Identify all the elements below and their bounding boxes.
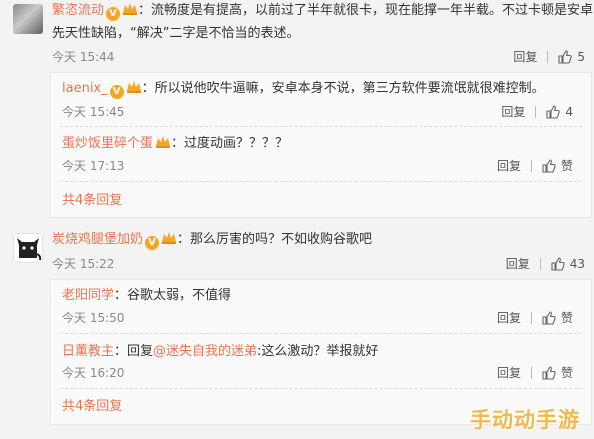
member-crown-icon: [126, 81, 141, 93]
username-link[interactable]: 繁恣流动: [52, 3, 104, 18]
reply-text: ：谷歌太弱，不值得: [114, 288, 232, 303]
mention-link[interactable]: @迷失自我的迷弟: [153, 344, 257, 359]
like-button[interactable]: 赞: [542, 310, 573, 326]
reply-actions: 回复 赞: [497, 365, 573, 381]
timestamp: 今天 15:45: [62, 105, 125, 119]
verified-badge-icon: V: [109, 85, 124, 99]
reply-text: ：过度动画？？？？: [171, 136, 289, 151]
timestamp: 今天 15:22: [52, 257, 115, 271]
reply-actions: 回复 4: [501, 104, 573, 120]
reply-button[interactable]: 回复: [506, 256, 530, 272]
comment-actions: 回复 5: [513, 49, 585, 65]
reply-text: :这么激动？举报就好: [257, 344, 379, 359]
like-count: 43: [569, 257, 585, 271]
reply-button[interactable]: 回复: [497, 158, 521, 174]
thumbs-up-icon: [558, 50, 573, 64]
site-watermark: 手动动手游: [470, 408, 580, 432]
username-link[interactable]: laenix_: [62, 81, 108, 96]
username-link[interactable]: 日薰教主: [62, 344, 114, 359]
reply-button[interactable]: 回复: [497, 365, 521, 381]
username-link[interactable]: 蛋炒饭里碎个蛋: [62, 136, 153, 151]
like-count: 4: [565, 105, 573, 119]
thumbs-up-icon: [546, 105, 561, 119]
like-button[interactable]: 赞: [542, 365, 573, 381]
divider: [539, 258, 541, 270]
thumbs-up-icon: [551, 257, 565, 271]
comment-actions: 回复 43: [506, 256, 585, 272]
more-replies-link[interactable]: 共4条回复: [62, 398, 122, 416]
reply-divider: [60, 126, 582, 127]
comment-text: ：流畅度是有提高，以前过了半年就很卡，现在能撑一年半载。不过卡顿是安卓的: [138, 3, 594, 18]
divider: [535, 106, 537, 118]
reply-prefix: ：回复: [114, 344, 154, 359]
like-label: 赞: [560, 311, 573, 325]
like-button[interactable]: 4: [546, 104, 573, 120]
verified-badge-icon: V: [106, 7, 121, 21]
reply-text: ：所以说他吹牛逼嘛，安卓本身不说，第三方软件要流氓就很难控制。: [141, 81, 545, 96]
comment-text-continued: 先天性缺陷，“解决”二字是不恰当的表述。: [52, 26, 300, 41]
more-replies-link[interactable]: 共4条回复: [62, 192, 122, 210]
thumbs-up-icon: [542, 366, 556, 380]
reply-divider: [60, 333, 582, 334]
cat-avatar-icon: [17, 238, 42, 261]
timestamp: 今天 15:44: [52, 50, 115, 64]
reply-line: 老阳同学：谷歌太弱，不值得: [62, 287, 231, 305]
reply-divider: [60, 388, 582, 389]
timestamp: 今天 15:50: [62, 311, 125, 325]
verified-badge-icon: V: [145, 236, 160, 250]
reply-divider: [60, 181, 582, 182]
divider: [530, 312, 532, 324]
username-link[interactable]: 老阳同学: [62, 288, 114, 303]
member-crown-icon: [156, 136, 171, 148]
thumbs-up-icon: [542, 159, 556, 173]
reply-button[interactable]: 回复: [513, 49, 537, 65]
like-label: 赞: [560, 366, 573, 380]
like-count: 5: [577, 50, 585, 64]
avatar[interactable]: [13, 4, 43, 34]
like-button[interactable]: 赞: [542, 158, 573, 174]
avatar[interactable]: [13, 233, 43, 263]
reply-button[interactable]: 回复: [497, 310, 521, 326]
member-crown-icon: [162, 232, 177, 244]
reply-line: 蛋炒饭里碎个蛋 ：过度动画？？？？: [62, 135, 288, 153]
reply-line: laenix_ V ：所以说他吹牛逼嘛，安卓本身不说，第三方软件要流氓就很难控制。: [62, 80, 545, 99]
divider: [547, 51, 549, 63]
comment-text: ：那么厉害的吗？不如收购谷歌吧: [177, 232, 373, 247]
timestamp: 今天 17:13: [62, 159, 125, 173]
divider: [530, 160, 532, 172]
divider: [530, 367, 532, 379]
like-button[interactable]: 5: [558, 49, 585, 65]
reply-actions: 回复 赞: [497, 310, 573, 326]
reply-line: 日薰教主：回复@迷失自我的迷弟:这么激动？举报就好: [62, 343, 378, 361]
timestamp: 今天 16:20: [62, 366, 125, 380]
reply-actions: 回复 赞: [497, 158, 573, 174]
thumbs-up-icon: [542, 311, 556, 325]
like-button[interactable]: 43: [551, 256, 585, 272]
username-link[interactable]: 炭烧鸡腿堡加奶: [52, 232, 143, 247]
reply-button[interactable]: 回复: [501, 104, 525, 120]
like-label: 赞: [560, 159, 573, 173]
comment-line: 炭烧鸡腿堡加奶 V ：那么厉害的吗？不如收购谷歌吧: [52, 231, 372, 250]
member-crown-icon: [123, 3, 138, 15]
comment-line: 繁恣流动 V ：流畅度是有提高，以前过了半年就很卡，现在能撑一年半载。不过卡顿是安卓…: [52, 2, 594, 21]
